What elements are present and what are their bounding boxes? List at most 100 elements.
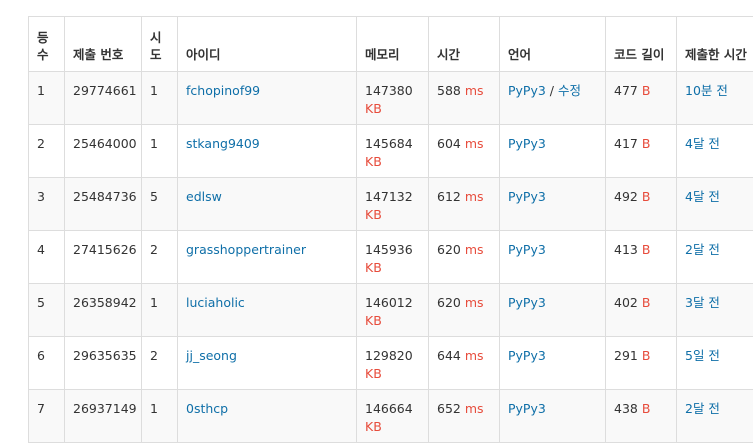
memory-unit: KB xyxy=(365,101,382,116)
code-unit: B xyxy=(642,83,651,98)
ranking-table-container: 등수 제출 번호 시도 아이디 메모리 시간 언어 코드 길이 제출한 시간 1… xyxy=(28,16,753,443)
language-link[interactable]: PyPy3 xyxy=(508,83,546,98)
cell-submitted-at: 5일 전 xyxy=(677,337,753,390)
cell-submission-id: 29635635 xyxy=(65,337,142,390)
cell-language: PyPy3 xyxy=(500,337,606,390)
edit-link[interactable]: 수정 xyxy=(558,83,581,98)
cell-rank: 2 xyxy=(29,125,65,178)
code-unit: B xyxy=(642,242,651,257)
cell-time: 644 ms xyxy=(429,337,500,390)
time-unit: ms xyxy=(465,348,484,363)
cell-time: 612 ms xyxy=(429,178,500,231)
header-submission-id[interactable]: 제출 번호 xyxy=(65,17,142,72)
table-row: 1297746611fchopinof99147380KB588 msPyPy3… xyxy=(29,72,753,125)
cell-time: 620 ms xyxy=(429,284,500,337)
submitted-at-link[interactable]: 3달 전 xyxy=(685,295,720,310)
cell-memory: 145936KB xyxy=(357,231,429,284)
cell-code-length: 413 B xyxy=(606,231,677,284)
submitted-at-link[interactable]: 10분 전 xyxy=(685,83,728,98)
submitted-at-link[interactable]: 4달 전 xyxy=(685,189,720,204)
cell-submitted-at: 4달 전 xyxy=(677,178,753,231)
user-link[interactable]: 0sthcp xyxy=(186,401,228,416)
cell-rank: 1 xyxy=(29,72,65,125)
cell-user-id: edlsw xyxy=(178,178,357,231)
language-link[interactable]: PyPy3 xyxy=(508,136,546,151)
cell-language: PyPy3 xyxy=(500,125,606,178)
memory-unit: KB xyxy=(365,260,382,275)
user-link[interactable]: edlsw xyxy=(186,189,222,204)
cell-code-length: 492 B xyxy=(606,178,677,231)
cell-submission-id: 27415626 xyxy=(65,231,142,284)
cell-user-id: grasshoppertrainer xyxy=(178,231,357,284)
cell-submission-id: 25464000 xyxy=(65,125,142,178)
code-unit: B xyxy=(642,348,651,363)
header-rank[interactable]: 등수 xyxy=(29,17,65,72)
user-link[interactable]: fchopinof99 xyxy=(186,83,260,98)
header-language[interactable]: 언어 xyxy=(500,17,606,72)
header-user-id[interactable]: 아이디 xyxy=(178,17,357,72)
cell-memory: 145684KB xyxy=(357,125,429,178)
memory-unit: KB xyxy=(365,419,382,434)
cell-submitted-at: 3달 전 xyxy=(677,284,753,337)
separator: / xyxy=(546,83,558,98)
cell-code-length: 417 B xyxy=(606,125,677,178)
cell-submission-id: 29774661 xyxy=(65,72,142,125)
time-unit: ms xyxy=(465,242,484,257)
cell-language: PyPy3 / 수정 xyxy=(500,72,606,125)
table-row: 6296356352jj_seong129820KB644 msPyPy3291… xyxy=(29,337,753,390)
cell-code-length: 402 B xyxy=(606,284,677,337)
cell-memory: 129820KB xyxy=(357,337,429,390)
header-submitted-at[interactable]: 제출한 시간 xyxy=(677,17,753,72)
submitted-at-link[interactable]: 2달 전 xyxy=(685,242,720,257)
code-unit: B xyxy=(642,295,651,310)
cell-memory: 147380KB xyxy=(357,72,429,125)
cell-submitted-at: 2달 전 xyxy=(677,231,753,284)
cell-user-id: stkang9409 xyxy=(178,125,357,178)
cell-user-id: luciaholic xyxy=(178,284,357,337)
table-row: 2254640001 stkang9409 145684KB604 ms PyPy3 4… xyxy=(29,125,753,178)
memory-unit: KB xyxy=(365,366,382,381)
cell-language: PyPy3 xyxy=(500,178,606,231)
ranking-table: 등수 제출 번호 시도 아이디 메모리 시간 언어 코드 길이 제출한 시간 1… xyxy=(28,16,753,443)
submitted-at-link[interactable]: 5일 전 xyxy=(685,348,720,363)
cell-rank: 4 xyxy=(29,231,65,284)
cell-attempts: 1 xyxy=(142,284,178,337)
cell-submitted-at: 10분 전 xyxy=(677,72,753,125)
table-body: 1297746611fchopinof99147380KB588 msPyPy3… xyxy=(29,72,753,443)
language-link[interactable]: PyPy3 xyxy=(508,189,546,204)
header-memory[interactable]: 메모리 xyxy=(357,17,429,72)
user-link[interactable]: grasshoppertrainer xyxy=(186,242,306,257)
cell-memory: 147132KB xyxy=(357,178,429,231)
table-row: 3254847365 edlsw 147132KB612 ms PyPy3 492 B 4… xyxy=(29,178,753,231)
language-link[interactable]: PyPy3 xyxy=(508,401,546,416)
cell-submitted-at: 4달 전 xyxy=(677,125,753,178)
user-link[interactable]: jj_seong xyxy=(186,348,237,363)
submitted-at-link[interactable]: 4달 전 xyxy=(685,136,720,151)
language-link[interactable]: PyPy3 xyxy=(508,242,546,257)
time-unit: ms xyxy=(465,83,484,98)
user-link[interactable]: luciaholic xyxy=(186,295,245,310)
cell-submission-id: 26358942 xyxy=(65,284,142,337)
user-link[interactable]: stkang9409 xyxy=(186,136,260,151)
language-link[interactable]: PyPy3 xyxy=(508,348,546,363)
header-code-length[interactable]: 코드 길이 xyxy=(606,17,677,72)
code-unit: B xyxy=(642,189,651,204)
memory-unit: KB xyxy=(365,313,382,328)
header-attempts[interactable]: 시도 xyxy=(142,17,178,72)
submitted-at-link[interactable]: 2달 전 xyxy=(685,401,720,416)
cell-submission-id: 25484736 xyxy=(65,178,142,231)
language-link[interactable]: PyPy3 xyxy=(508,295,546,310)
table-row: 4274156262grasshoppertrainer145936KB620 … xyxy=(29,231,753,284)
header-time[interactable]: 시간 xyxy=(429,17,500,72)
time-unit: ms xyxy=(465,295,484,310)
cell-attempts: 1 xyxy=(142,125,178,178)
cell-time: 604 ms xyxy=(429,125,500,178)
cell-attempts: 5 xyxy=(142,178,178,231)
code-unit: B xyxy=(642,401,651,416)
cell-attempts: 1 xyxy=(142,72,178,125)
time-unit: ms xyxy=(465,136,484,151)
cell-attempts: 2 xyxy=(142,231,178,284)
cell-language: PyPy3 xyxy=(500,284,606,337)
cell-time: 588 ms xyxy=(429,72,500,125)
cell-rank: 3 xyxy=(29,178,65,231)
